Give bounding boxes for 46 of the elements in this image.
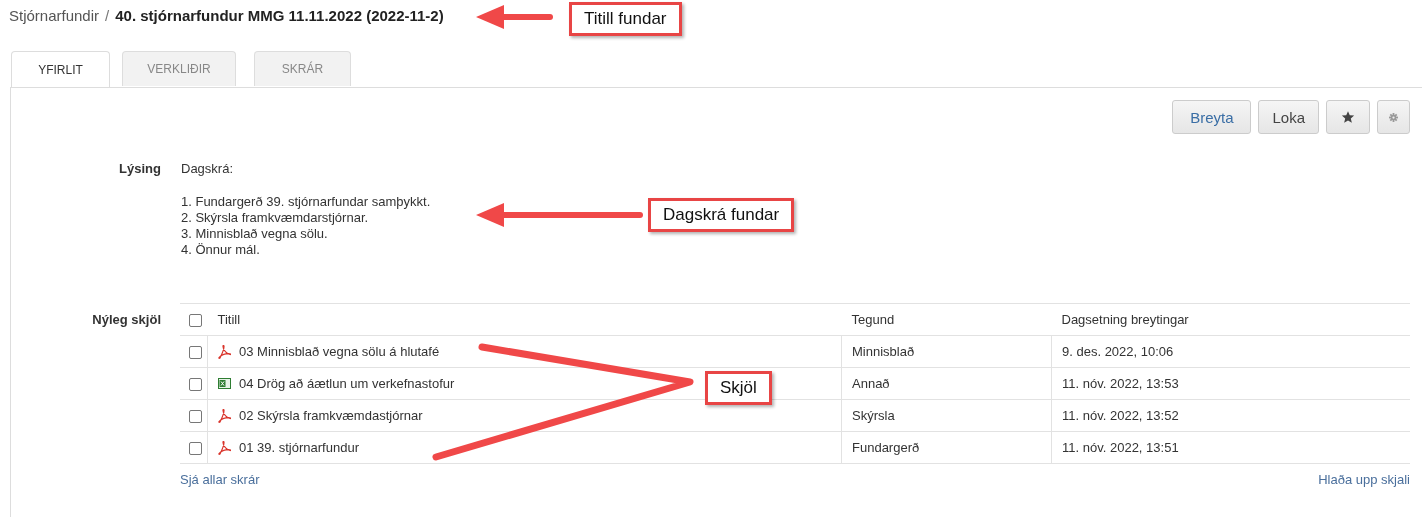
document-link[interactable]: 02 Skýrsla framkvæmdastjórnar: [239, 408, 423, 423]
row-checkbox[interactable]: [189, 378, 202, 392]
table-cell: 11. nóv. 2022, 13:52: [1051, 399, 1410, 432]
agenda-item: 1. Fundargerð 39. stjórnarfundar samþykkt.: [181, 194, 431, 210]
row-checkbox[interactable]: [189, 442, 202, 456]
field-label: Nýleg skjöl: [91, 311, 161, 329]
column-header: Titill: [207, 303, 842, 336]
breadcrumb-separator: /: [105, 7, 110, 24]
settings-icon: [1389, 112, 1398, 122]
breadcrumb-link[interactable]: Stjórnarfundir: [9, 7, 100, 24]
tab[interactable]: YFIRLIT: [11, 51, 110, 87]
page-title: 40. stjórnarfundur MMG 11.11.2022 (2022-11-2): [115, 7, 444, 24]
table-cell: Fundargerð: [841, 431, 1052, 464]
document-link[interactable]: 03 Minnisblað vegna sölu á hlutafé: [239, 344, 440, 359]
spreadsheet-file-icon: [218, 377, 231, 390]
table-cell: 11. nóv. 2022, 13:53: [1051, 367, 1410, 400]
table-cell: Skýrsla: [841, 399, 1052, 432]
pdf-file-icon: [218, 408, 231, 423]
pdf-file-icon: [218, 440, 231, 455]
agenda-heading: Dagskrá:: [181, 161, 235, 177]
edit-button[interactable]: Breyta: [1172, 100, 1252, 134]
table-cell: Minnisblað: [841, 335, 1052, 368]
settings-button[interactable]: [1377, 100, 1410, 134]
table-cell: 11. nóv. 2022, 13:51: [1051, 431, 1410, 464]
document-link[interactable]: 01 39. stjórnarfundur: [239, 440, 359, 455]
row-checkbox[interactable]: [189, 346, 202, 360]
see-all-files-link[interactable]: Sjá allar skrár: [180, 472, 260, 487]
star-icon: [1341, 110, 1355, 124]
table-cell: Annað: [841, 367, 1052, 400]
document-link[interactable]: 04 Drög að áætlun um verkefnastofur: [239, 376, 455, 391]
agenda-item: 3. Minnisblað vegna sölu.: [181, 226, 329, 242]
close-button[interactable]: Loka: [1258, 100, 1319, 134]
column-header: Dagsetning breytingar: [1051, 303, 1410, 336]
pdf-file-icon: [218, 344, 231, 359]
favorite-button[interactable]: [1326, 100, 1370, 134]
field-label: Lýsing: [118, 161, 161, 178]
annotation-callout: Skjöl: [705, 371, 772, 405]
annotation-callout: Titill fundar: [569, 2, 682, 36]
row-checkbox[interactable]: [189, 410, 202, 424]
agenda-item: 2. Skýrsla framkvæmdarstjórnar.: [181, 210, 370, 226]
upload-file-link[interactable]: Hlaða upp skjali: [1318, 472, 1410, 487]
table-cell: 9. des. 2022, 10:06: [1051, 335, 1410, 368]
agenda-item: 4. Önnur mál.: [181, 242, 261, 258]
annotation-callout: Dagskrá fundar: [648, 198, 795, 232]
select-all-checkbox[interactable]: [189, 314, 202, 328]
column-header: Tegund: [841, 303, 1052, 336]
